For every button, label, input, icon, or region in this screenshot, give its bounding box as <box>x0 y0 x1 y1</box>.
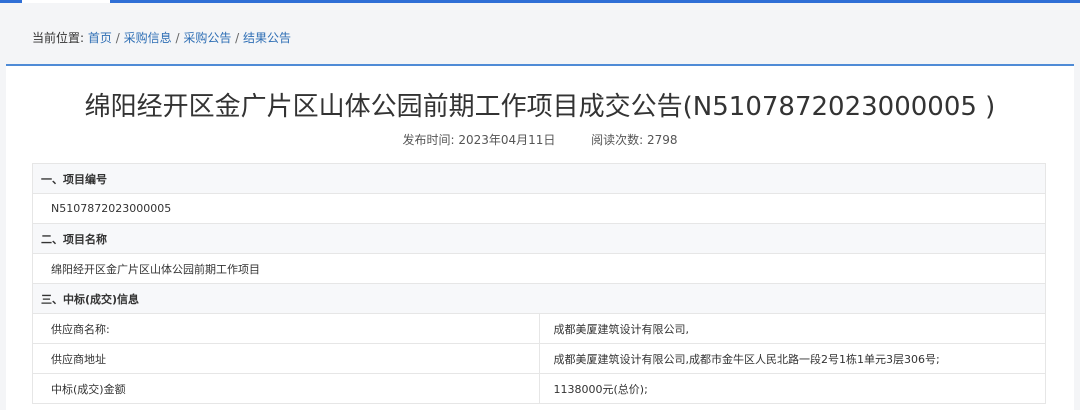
publish-date: 2023年04月11日 <box>458 133 556 147</box>
views-count: 2798 <box>646 133 678 147</box>
article-meta: 发布时间: 2023年04月11日 阅读次数: 2798 <box>6 132 1074 148</box>
breadcrumb-link-home[interactable]: 首页 <box>88 31 112 45</box>
section-header-row: 三、中标(成交)信息 <box>32 283 1046 314</box>
supplier-address-value: 成都美厦建筑设计有限公司,成都市金牛区人民北路一段2号1栋1单元3层306号; <box>538 343 1046 374</box>
project-number-value: N5107872023000005 <box>32 193 1046 224</box>
section-value-row: 绵阳经开区金广片区山体公园前期工作项目 <box>32 253 1046 284</box>
breadcrumb-separator: / <box>175 31 180 45</box>
table-row: 中标(成交)金额 1138000元(总价); <box>32 373 1046 404</box>
table-row: 供应商名称: 成都美厦建筑设计有限公司, <box>32 313 1046 344</box>
breadcrumb-prefix: 当前位置: <box>32 31 85 45</box>
active-nav-tab-indicator <box>22 0 110 3</box>
breadcrumb-separator: / <box>115 31 120 45</box>
breadcrumb-separator: / <box>235 31 240 45</box>
supplier-address-label: 供应商地址 <box>32 343 540 374</box>
section-header-row: 一、项目编号 <box>32 163 1046 194</box>
table-row: 供应商地址 成都美厦建筑设计有限公司,成都市金牛区人民北路一段2号1栋1单元3层… <box>32 343 1046 374</box>
publish-label: 发布时间: <box>402 133 455 147</box>
section-value-row: N5107872023000005 <box>32 193 1046 224</box>
breadcrumb-link-result-notice[interactable]: 结果公告 <box>243 31 291 45</box>
section-heading-project-name: 二、项目名称 <box>32 223 1046 254</box>
breadcrumb: 当前位置: 首页 / 采购信息 / 采购公告 / 结果公告 <box>32 30 291 46</box>
views-label: 阅读次数: <box>591 133 644 147</box>
article-title: 绵阳经开区金广片区山体公园前期工作项目成交公告(N510787202300000… <box>84 92 996 122</box>
award-amount-label: 中标(成交)金额 <box>32 373 540 404</box>
project-name-value: 绵阳经开区金广片区山体公园前期工作项目 <box>32 253 1046 284</box>
notice-table: 一、项目编号 N5107872023000005 二、项目名称 绵阳经开区金广片… <box>32 163 1046 404</box>
section-heading-award-info: 三、中标(成交)信息 <box>32 283 1046 314</box>
supplier-name-value: 成都美厦建筑设计有限公司, <box>538 313 1046 344</box>
award-amount-value: 1138000元(总价); <box>538 373 1046 404</box>
section-heading-project-number: 一、项目编号 <box>32 163 1046 194</box>
supplier-name-label: 供应商名称: <box>32 313 540 344</box>
section-header-row: 二、项目名称 <box>32 223 1046 254</box>
breadcrumb-link-procurement-notice[interactable]: 采购公告 <box>183 31 231 45</box>
top-accent-bar <box>0 0 1080 3</box>
article-panel: 绵阳经开区金广片区山体公园前期工作项目成交公告(N510787202300000… <box>6 64 1074 410</box>
breadcrumb-link-procurement-info[interactable]: 采购信息 <box>124 31 172 45</box>
